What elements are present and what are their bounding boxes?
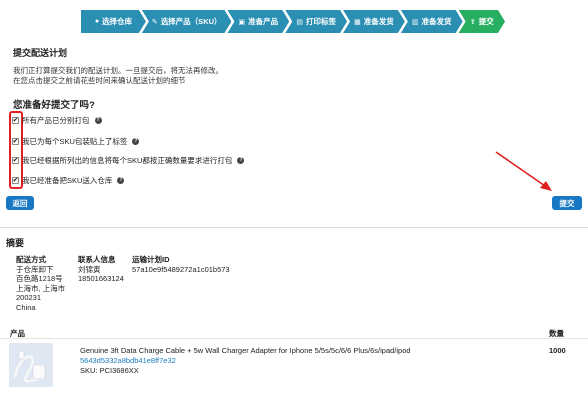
page-title: 提交配送计划 <box>13 48 68 58</box>
step-prepare-shipment-2[interactable]: ▥ 准备发货 <box>401 10 463 33</box>
edit-icon: ▣ <box>238 18 246 26</box>
checklist-item[interactable]: ✔ 我已经根据所列出的信息将每个SKU都按正确数量要求进行打包 ? <box>12 155 245 166</box>
step-label: 打印标签 <box>305 17 336 26</box>
step-prepare-product[interactable]: ▣ 准备产品 <box>227 10 289 33</box>
step-label: 选择仓库 <box>102 17 133 26</box>
summary-title: 摘要 <box>6 238 25 248</box>
checklist-item[interactable]: ✔ 我已为每个SKU包装贴上了标签 ? <box>12 136 140 147</box>
contact-header: 联系人信息 <box>78 255 116 264</box>
shipping-header: 配送方式 <box>16 255 46 264</box>
checklist-label: 我已为每个SKU包装贴上了标签 <box>22 137 128 146</box>
checklist-item[interactable]: ✔ 所有产品已分别打包 ? <box>12 115 102 126</box>
step-prepare-shipment[interactable]: ▦ 准备发货 <box>343 10 405 33</box>
step-label: 提交 <box>478 17 494 26</box>
step-submit[interactable]: ⇪ 提交 <box>459 10 505 33</box>
checklist-label: 所有产品已分别打包 <box>22 116 90 125</box>
contact-line: 18501663124 <box>78 274 124 283</box>
intro-line: 在您点击提交之前请花些时间来确认配送计划的细节 <box>13 76 186 85</box>
back-button[interactable]: 返回 <box>6 196 34 210</box>
intro-line: 我们正打算提交我们的配送计划。一旦提交后，将无法再修改。 <box>13 66 223 75</box>
help-icon[interactable]: ? <box>237 157 245 164</box>
step-select-product[interactable]: ✎ 选择产品（SKU） <box>142 10 232 33</box>
contact-info: 联系人信息 刘锦寅 18501663124 <box>78 255 124 284</box>
help-icon[interactable]: ? <box>94 117 102 124</box>
tag-icon: ✎ <box>151 18 158 26</box>
checkbox[interactable]: ✔ <box>12 157 19 164</box>
step-label: 选择产品（SKU） <box>160 17 222 26</box>
checklist-label: 我已经根据所列出的信息将每个SKU都按正确数量要求进行打包 <box>22 156 233 165</box>
shipping-line: 200231 <box>16 293 42 302</box>
checkbox[interactable]: ✔ <box>12 117 19 124</box>
section-divider <box>0 227 588 228</box>
shipping-line: 上海市, 上海市 <box>16 283 66 293</box>
progress-steps: ● 选择仓库 ✎ 选择产品（SKU） ▣ 准备产品 ▤ 打印标签 ▦ 准备发货 ▥ 准备发货… <box>81 10 505 33</box>
shipping-line: 百色路1218号 <box>16 274 63 283</box>
charger-cable-icon <box>9 343 53 387</box>
product-sku: SKU: PCI3686XX <box>80 366 139 375</box>
checklist-label: 我已经准备把SKU送入仓库 <box>22 176 113 185</box>
plan-id: 57a10e9f5489272a1c01b573 <box>132 264 230 274</box>
plan-info: 运输计划ID 57a10e9f5489272a1c01b573 <box>132 255 230 274</box>
truck-icon: ▥ <box>411 18 419 26</box>
product-id-link[interactable]: 5643d5332a8bdb41e8ff7e32 <box>80 356 176 365</box>
shipping-line: 于仓库卸下 <box>16 264 54 274</box>
help-icon[interactable]: ? <box>117 177 125 184</box>
step-label: 准备产品 <box>248 17 279 26</box>
step-label: 准备发货 <box>363 17 394 26</box>
checkbox[interactable]: ✔ <box>12 177 19 184</box>
submit-button[interactable]: 提交 <box>552 196 582 210</box>
print-icon: ▤ <box>296 18 303 26</box>
product-name: Genuine 3ft Data Charge Cable + 5w Wall … <box>80 346 411 355</box>
checkbox[interactable]: ✔ <box>12 138 19 145</box>
table-divider <box>0 338 588 339</box>
step-label: 准备发货 <box>421 17 452 26</box>
product-image <box>9 343 53 387</box>
shipping-method: 配送方式 于仓库卸下 百色路1218号 上海市, 上海市 200231 Chin… <box>16 255 65 312</box>
step-select-warehouse[interactable]: ● 选择仓库 <box>81 10 146 33</box>
shipping-line: China <box>16 302 36 312</box>
contact-line: 刘锦寅 <box>78 264 101 274</box>
help-icon[interactable]: ? <box>132 138 140 145</box>
check-icon: ● <box>94 18 100 25</box>
ready-question: 您准备好提交了吗? <box>13 100 95 111</box>
checklist-item[interactable]: ✔ 我已经准备把SKU送入仓库 ? <box>12 175 125 186</box>
step-print-label[interactable]: ▤ 打印标签 <box>285 10 347 33</box>
upload-icon: ⇪ <box>469 18 476 26</box>
box-icon: ▦ <box>354 18 361 26</box>
plan-header: 运输计划ID <box>132 255 170 264</box>
intro-text: 我们正打算提交我们的配送计划。一旦提交后，将无法再修改。 在您点击提交之前请花些… <box>13 66 223 86</box>
annotation-arrow-icon <box>495 151 552 191</box>
product-quantity: 1000 <box>549 346 566 355</box>
